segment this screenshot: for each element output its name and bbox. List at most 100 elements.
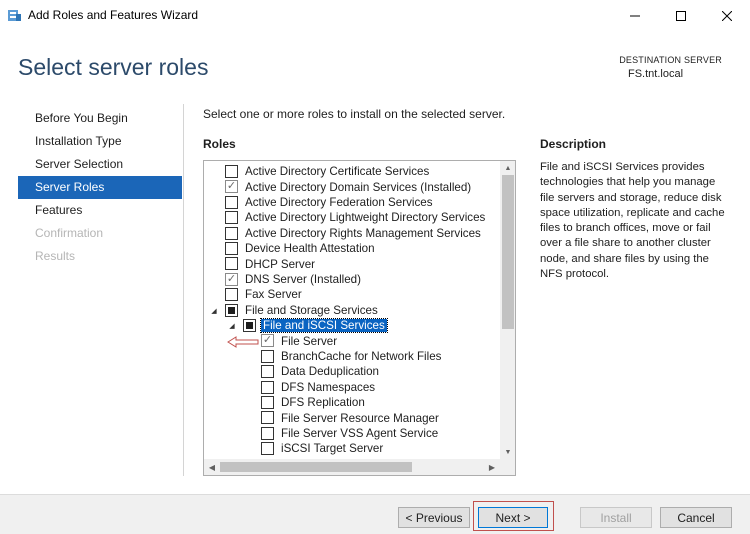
vertical-scroll-thumb[interactable] <box>502 175 514 329</box>
role-label: Fax Server <box>245 288 302 302</box>
role-row[interactable]: iSCSI Target Server <box>204 441 500 456</box>
role-label: File Server VSS Agent Service <box>281 426 439 440</box>
role-row[interactable]: Fax Server <box>204 287 500 302</box>
roles-tree[interactable]: Active Directory Certificate Services ✓ Ac… <box>203 160 516 476</box>
page-title: Select server roles <box>18 54 209 80</box>
role-checkbox[interactable] <box>225 303 238 317</box>
role-row[interactable]: ✓ Active Directory Domain Services (Insta… <box>204 179 500 194</box>
role-checkbox[interactable] <box>243 319 256 332</box>
role-label: DNS Server (Installed) <box>245 272 361 286</box>
role-label: Active Directory Domain Services (Instal… <box>245 180 472 194</box>
vertical-scrollbar[interactable]: ▲ ▼ <box>500 161 515 459</box>
scrollbar-corner <box>500 459 515 475</box>
role-label: Active Directory Lightweight Directory S… <box>245 211 486 225</box>
scroll-up-icon[interactable]: ▲ <box>500 161 515 175</box>
nav-item-features[interactable]: Features <box>18 199 182 222</box>
role-label: Active Directory Federation Services <box>245 195 433 209</box>
roles-heading: Roles <box>203 137 236 151</box>
role-row[interactable]: DFS Namespaces <box>204 380 500 395</box>
nav-item-results: Results <box>35 249 76 263</box>
role-label: DHCP Server <box>245 257 316 271</box>
role-label: iSCSI Target Server <box>281 442 384 456</box>
role-checkbox[interactable] <box>261 365 274 379</box>
description-heading: Description <box>540 137 607 151</box>
scroll-right-icon[interactable]: ▶ <box>484 459 500 475</box>
minimize-button[interactable] <box>612 0 658 31</box>
role-row[interactable]: Active Directory Federation Services <box>204 195 500 210</box>
expand-triangle-icon[interactable]: ◢ <box>210 307 218 315</box>
wizard-nav: Before You Begin Installation Type Serve… <box>18 107 182 268</box>
role-checkbox[interactable] <box>225 195 238 209</box>
role-label: BranchCache for Network Files <box>281 349 442 363</box>
horizontal-scroll-thumb[interactable] <box>220 462 412 472</box>
destination-server-value: FS.tnt.local <box>628 68 684 80</box>
role-row[interactable]: Active Directory Lightweight Directory S… <box>204 210 500 225</box>
role-label: Device Health Attestation <box>245 242 375 256</box>
role-row[interactable]: Device Health Attestation <box>204 241 500 256</box>
role-label: Data Deduplication <box>281 365 379 379</box>
role-row[interactable]: DFS Replication <box>204 395 500 410</box>
scroll-down-icon[interactable]: ▼ <box>500 445 515 459</box>
maximize-icon <box>676 10 686 21</box>
role-checkbox[interactable] <box>261 349 274 363</box>
nav-item-confirmation: Confirmation <box>35 226 104 240</box>
close-icon <box>722 10 732 21</box>
role-label: File Server <box>281 334 338 348</box>
role-checkbox[interactable] <box>261 411 274 425</box>
role-row[interactable]: ◢ File and iSCSI Services <box>204 318 500 334</box>
role-row[interactable]: DHCP Server <box>204 256 500 271</box>
partial-check-icon <box>246 322 253 329</box>
window-title: Add Roles and Features Wizard <box>28 8 199 22</box>
install-button: Install <box>580 507 652 528</box>
role-row[interactable]: ◢ File and Storage Services <box>204 303 500 318</box>
role-row[interactable]: ✓ DNS Server (Installed) <box>204 272 500 287</box>
role-row[interactable]: Data Deduplication <box>204 364 500 379</box>
role-checkbox[interactable] <box>225 242 238 255</box>
role-row[interactable]: File Server Resource Manager <box>204 410 500 425</box>
role-checkbox[interactable] <box>261 380 274 394</box>
role-checkbox[interactable] <box>225 257 238 271</box>
role-checkbox: ✓ <box>261 334 274 348</box>
destination-server-label: DESTINATION SERVER <box>619 55 722 65</box>
role-label: Active Directory Rights Management Servi… <box>245 226 481 240</box>
checkmark-icon: ✓ <box>226 180 237 193</box>
role-checkbox: ✓ <box>225 272 238 286</box>
roles-list: Active Directory Certificate Services ✓ Ac… <box>204 164 500 459</box>
title-bar: Add Roles and Features Wizard <box>0 0 750 31</box>
intro-text: Select one or more roles to install on t… <box>203 107 506 121</box>
role-checkbox[interactable] <box>261 426 274 440</box>
role-label: File and Storage Services <box>245 303 378 317</box>
role-label: DFS Namespaces <box>281 380 376 394</box>
scroll-left-icon[interactable]: ◀ <box>204 459 220 475</box>
role-row[interactable]: Active Directory Certificate Services <box>204 164 500 179</box>
role-checkbox[interactable] <box>261 396 274 409</box>
role-checkbox[interactable] <box>225 165 238 178</box>
role-checkbox[interactable] <box>225 211 238 225</box>
close-button[interactable] <box>704 0 750 31</box>
checkmark-icon: ✓ <box>262 334 273 347</box>
minimize-icon <box>630 15 640 16</box>
annotation-arrow-icon <box>227 336 259 348</box>
role-checkbox[interactable] <box>225 288 238 302</box>
nav-item-server-roles[interactable]: Server Roles <box>18 176 182 199</box>
previous-button[interactable]: < Previous <box>398 507 470 528</box>
role-label: DFS Replication <box>281 396 365 410</box>
role-label: Active Directory Certificate Services <box>245 165 430 179</box>
server-manager-icon <box>8 10 21 21</box>
nav-item-server-selection[interactable]: Server Selection <box>18 153 182 176</box>
role-label: File Server Resource Manager <box>281 411 439 425</box>
checkmark-icon: ✓ <box>226 272 237 285</box>
role-row[interactable]: Active Directory Rights Management Servi… <box>204 226 500 241</box>
role-checkbox: ✓ <box>225 180 238 194</box>
nav-item-before-you-begin[interactable]: Before You Begin <box>18 107 182 130</box>
nav-item-installation-type[interactable]: Installation Type <box>18 130 182 153</box>
cancel-button[interactable]: Cancel <box>660 507 732 528</box>
next-button[interactable]: Next > <box>478 507 548 528</box>
role-row[interactable]: File Server VSS Agent Service <box>204 426 500 441</box>
expand-triangle-icon[interactable]: ◢ <box>228 322 236 330</box>
horizontal-scrollbar[interactable]: ◀ ▶ <box>204 459 500 475</box>
maximize-button[interactable] <box>658 0 704 31</box>
role-row[interactable]: BranchCache for Network Files <box>204 349 500 364</box>
role-checkbox[interactable] <box>225 226 238 240</box>
role-checkbox[interactable] <box>261 442 274 456</box>
